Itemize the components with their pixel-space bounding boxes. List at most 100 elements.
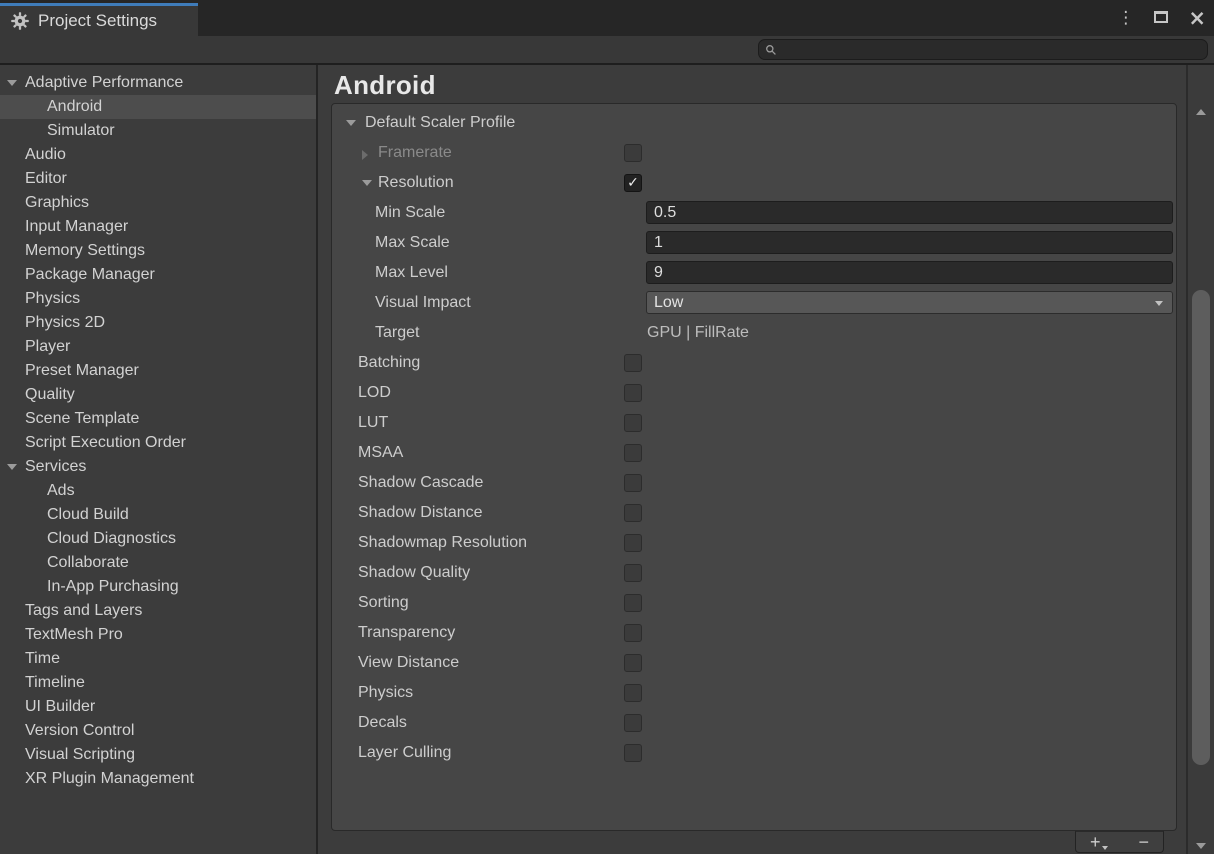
batching-checkbox[interactable]	[624, 354, 642, 372]
sorting-checkbox[interactable]	[624, 594, 642, 612]
remove-button[interactable]: −	[1138, 833, 1149, 851]
tab-project-settings[interactable]: Project Settings	[0, 3, 198, 36]
foldout-arrow-icon[interactable]	[7, 464, 17, 470]
sidebar-item-scene-template[interactable]: Scene Template	[0, 407, 316, 431]
visual-impact-label: Visual Impact	[375, 294, 471, 312]
close-icon[interactable]: ×	[1188, 8, 1206, 29]
sidebar-item-editor[interactable]: Editor	[0, 167, 316, 191]
sidebar-item-label: Quality	[25, 386, 75, 403]
scaler-settings-panel: Default Scaler Profile Framerate Resolut…	[331, 103, 1177, 831]
foldout-arrow-icon[interactable]	[362, 150, 368, 160]
search-input[interactable]	[758, 39, 1208, 60]
resolution-checkbox[interactable]: ✓	[624, 174, 642, 192]
shadow-quality-checkbox[interactable]	[624, 564, 642, 582]
sidebar-item-version-control[interactable]: Version Control	[0, 719, 316, 743]
sidebar-item-label: Cloud Build	[47, 506, 129, 523]
shadowmap-resolution-checkbox[interactable]	[624, 534, 642, 552]
sidebar-item-label: Input Manager	[25, 218, 128, 235]
default-scaler-profile-label: Default Scaler Profile	[365, 114, 515, 132]
shadow-quality-row: Shadow Quality	[332, 558, 1176, 588]
lut-checkbox[interactable]	[624, 414, 642, 432]
sidebar-item-timeline[interactable]: Timeline	[0, 671, 316, 695]
sidebar-item-quality[interactable]: Quality	[0, 383, 316, 407]
sidebar-item-label: Physics	[25, 290, 80, 307]
sidebar-item-adaptive-performance[interactable]: Adaptive Performance	[0, 71, 316, 95]
shadow-distance-label: Shadow Distance	[358, 504, 483, 522]
sidebar-item-services[interactable]: Services	[0, 455, 316, 479]
toolbar	[0, 36, 1214, 65]
sidebar-item-label: Package Manager	[25, 266, 155, 283]
sidebar-item-visual-scripting[interactable]: Visual Scripting	[0, 743, 316, 767]
sidebar-item-label: Android	[47, 98, 102, 115]
resolution-row: Resolution ✓	[332, 168, 1176, 198]
shadow-cascade-checkbox[interactable]	[624, 474, 642, 492]
project-settings-window: Project Settings ⋮ × Adaptive Performanc…	[0, 0, 1214, 854]
view-distance-checkbox[interactable]	[624, 654, 642, 672]
visual-impact-dropdown[interactable]: Low	[646, 291, 1173, 314]
sidebar-item-label: Ads	[47, 482, 75, 499]
lod-checkbox[interactable]	[624, 384, 642, 402]
sidebar-item-input-manager[interactable]: Input Manager	[0, 215, 316, 239]
sidebar-item-time[interactable]: Time	[0, 647, 316, 671]
shadow-cascade-row: Shadow Cascade	[332, 468, 1176, 498]
sidebar-item-audio[interactable]: Audio	[0, 143, 316, 167]
foldout-arrow-icon[interactable]	[346, 120, 356, 126]
add-dropdown-caret-icon	[1102, 846, 1108, 850]
shadow-quality-label: Shadow Quality	[358, 564, 470, 582]
sidebar-item-preset-manager[interactable]: Preset Manager	[0, 359, 316, 383]
kebab-menu-icon[interactable]: ⋮	[1117, 10, 1134, 27]
visual-impact-row: Visual Impact Low	[332, 288, 1176, 318]
layer-culling-checkbox[interactable]	[624, 744, 642, 762]
scrollbar-thumb[interactable]	[1192, 290, 1210, 765]
scroll-down-icon[interactable]	[1196, 843, 1206, 849]
msaa-row: MSAA	[332, 438, 1176, 468]
sidebar-item-label: UI Builder	[25, 698, 95, 715]
sidebar-item-physics[interactable]: Physics	[0, 287, 316, 311]
sidebar-item-tags-and-layers[interactable]: Tags and Layers	[0, 599, 316, 623]
max-scale-row: Max Scale 1	[332, 228, 1176, 258]
foldout-arrow-icon[interactable]	[362, 180, 372, 186]
target-row: Target GPU | FillRate	[332, 318, 1176, 348]
decals-checkbox[interactable]	[624, 714, 642, 732]
sidebar-item-graphics[interactable]: Graphics	[0, 191, 316, 215]
sidebar-item-collaborate[interactable]: Collaborate	[0, 551, 316, 575]
sidebar-item-android[interactable]: Android	[0, 95, 316, 119]
search-icon	[765, 44, 777, 56]
shadow-distance-checkbox[interactable]	[624, 504, 642, 522]
add-button[interactable]: +	[1090, 833, 1108, 851]
sidebar-item-ads[interactable]: Ads	[0, 479, 316, 503]
dropdown-caret-icon	[1155, 301, 1163, 306]
sidebar-item-physics-2d[interactable]: Physics 2D	[0, 311, 316, 335]
max-level-input[interactable]: 9	[646, 261, 1173, 284]
physics-checkbox[interactable]	[624, 684, 642, 702]
maximize-icon[interactable]	[1154, 10, 1168, 26]
batching-row: Batching	[332, 348, 1176, 378]
sidebar-item-ui-builder[interactable]: UI Builder	[0, 695, 316, 719]
shadow-distance-row: Shadow Distance	[332, 498, 1176, 528]
gear-icon	[11, 12, 29, 30]
sidebar-item-memory-settings[interactable]: Memory Settings	[0, 239, 316, 263]
transparency-checkbox[interactable]	[624, 624, 642, 642]
scrollbar[interactable]	[1186, 65, 1214, 854]
sidebar-item-xr-plugin-management[interactable]: XR Plugin Management	[0, 767, 316, 791]
sidebar-item-textmesh-pro[interactable]: TextMesh Pro	[0, 623, 316, 647]
sidebar-item-cloud-diagnostics[interactable]: Cloud Diagnostics	[0, 527, 316, 551]
list-footer: + −	[1075, 831, 1164, 853]
max-scale-input[interactable]: 1	[646, 231, 1173, 254]
sorting-row: Sorting	[332, 588, 1176, 618]
msaa-checkbox[interactable]	[624, 444, 642, 462]
sidebar-item-package-manager[interactable]: Package Manager	[0, 263, 316, 287]
sidebar-item-simulator[interactable]: Simulator	[0, 119, 316, 143]
min-scale-input[interactable]: 0.5	[646, 201, 1173, 224]
sidebar-item-in-app-purchasing[interactable]: In-App Purchasing	[0, 575, 316, 599]
sidebar-item-player[interactable]: Player	[0, 335, 316, 359]
scroll-up-icon[interactable]	[1196, 109, 1206, 115]
sidebar-item-cloud-build[interactable]: Cloud Build	[0, 503, 316, 527]
titlebar: Project Settings ⋮ ×	[0, 0, 1214, 36]
sidebar-item-script-execution-order[interactable]: Script Execution Order	[0, 431, 316, 455]
framerate-checkbox[interactable]	[624, 144, 642, 162]
sidebar-item-label: In-App Purchasing	[47, 578, 179, 595]
decals-label: Decals	[358, 714, 407, 732]
foldout-arrow-icon[interactable]	[7, 80, 17, 86]
sidebar-item-label: Adaptive Performance	[25, 74, 183, 91]
